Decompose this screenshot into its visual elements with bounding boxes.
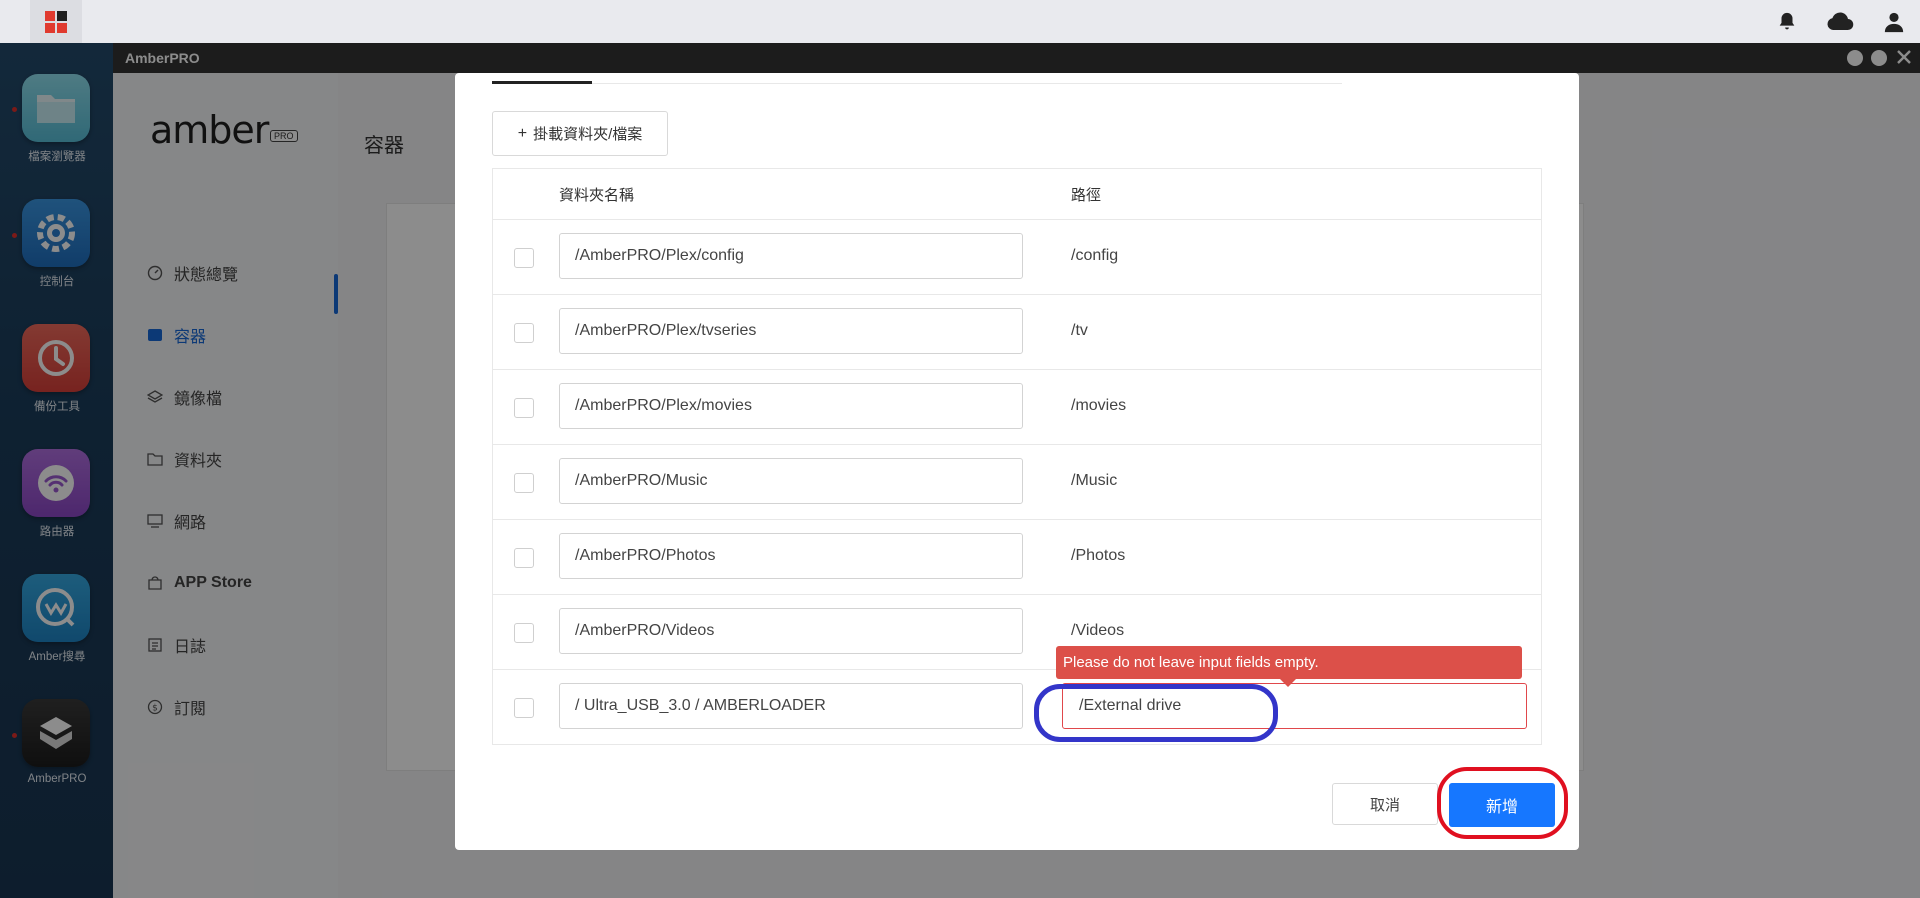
cancel-button[interactable]: 取消 [1332,783,1438,825]
container-path: /config [1071,247,1119,264]
container-path: /tv [1071,322,1088,339]
bell-icon[interactable] [1773,8,1801,36]
row-checkbox[interactable] [514,623,534,643]
table-row: /AmberPRO/Plex/movies /movies [493,369,1541,444]
mount-folder-label: 掛載資料夾/檔案 [533,126,643,143]
row-checkbox[interactable] [514,248,534,268]
container-path: /Photos [1071,547,1126,564]
column-header-folder: 資料夾名稱 [559,186,635,204]
row-checkbox[interactable] [514,698,534,718]
folder-input[interactable]: / Ultra_USB_3.0 / AMBERLOADER [559,683,1023,729]
folder-input[interactable]: /AmberPRO/Plex/movies [559,383,1023,429]
container-path: /Music [1071,472,1118,489]
row-checkbox[interactable] [514,473,534,493]
tab-divider [492,83,1342,84]
column-header-path: 路徑 [1071,186,1102,204]
table-row: /AmberPRO/Photos /Photos [493,519,1541,594]
highlight-annotation-path [1034,684,1278,742]
start-grid-icon [45,10,67,33]
table-row: /AmberPRO/Plex/config /config [493,219,1541,294]
user-icon[interactable] [1880,8,1908,36]
table-row: /AmberPRO/Music /Music [493,444,1541,519]
tooltip-arrow [1280,679,1296,687]
table-row: /AmberPRO/Plex/tvseries /tv [493,294,1541,369]
start-menu-button[interactable] [30,0,82,43]
active-tab-underline [492,81,592,84]
volume-mount-dialog: + 掛載資料夾/檔案 資料夾名稱 路徑 /AmberPRO/Plex/confi… [455,73,1579,850]
cloud-icon[interactable] [1826,8,1854,36]
row-checkbox[interactable] [514,548,534,568]
folder-input[interactable]: /AmberPRO/Videos [559,608,1023,654]
folder-input[interactable]: /AmberPRO/Photos [559,533,1023,579]
validation-error-tooltip: Please do not leave input fields empty. [1056,646,1522,679]
container-path: /movies [1071,397,1127,414]
folder-input[interactable]: /AmberPRO/Music [559,458,1023,504]
highlight-annotation-add-button [1437,767,1568,839]
folder-input[interactable]: /AmberPRO/Plex/config [559,233,1023,279]
row-checkbox[interactable] [514,398,534,418]
row-checkbox[interactable] [514,323,534,343]
system-topbar [0,0,1920,43]
mount-folder-button[interactable]: + 掛載資料夾/檔案 [492,111,668,156]
plus-icon: + [517,124,528,142]
folder-input[interactable]: /AmberPRO/Plex/tvseries [559,308,1023,354]
table-row: / Ultra_USB_3.0 / AMBERLOADER /External … [493,669,1541,744]
